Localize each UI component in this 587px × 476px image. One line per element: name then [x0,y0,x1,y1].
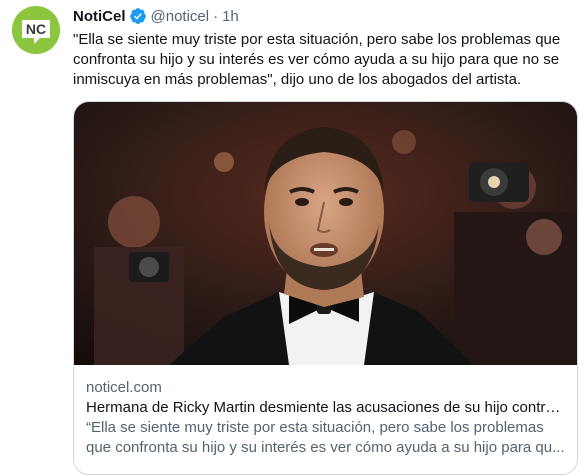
separator-dot: · [213,7,219,25]
noticel-logo-icon: NC [12,6,60,54]
card-image[interactable] [74,102,577,365]
card-description: “Ella se siente muy triste por esta situ… [86,419,565,456]
tweet-header: NotiCel @noticel · 1h [73,6,239,26]
tweet-text: "Ella se siente muy triste por esta situ… [73,31,561,88]
card-domain: noticel.com [86,379,162,396]
author-name[interactable]: NotiCel [73,8,126,25]
verified-badge-icon [129,8,146,24]
card-photo [74,102,577,365]
link-card[interactable]: noticel.com Hermana de Ricky Martin desm… [73,101,578,475]
author-handle[interactable]: @noticel [151,8,210,25]
tweet-timestamp[interactable]: 1h [222,8,239,25]
avatar-text: NC [26,21,46,37]
card-meta[interactable]: noticel.com Hermana de Ricky Martin desm… [86,378,566,458]
author-avatar[interactable]: NC [12,6,60,54]
card-title[interactable]: Hermana de Ricky Martin desmiente las ac… [86,398,566,418]
tweet[interactable]: NC NotiCel @noticel · 1h "Ella se siente… [0,0,587,476]
